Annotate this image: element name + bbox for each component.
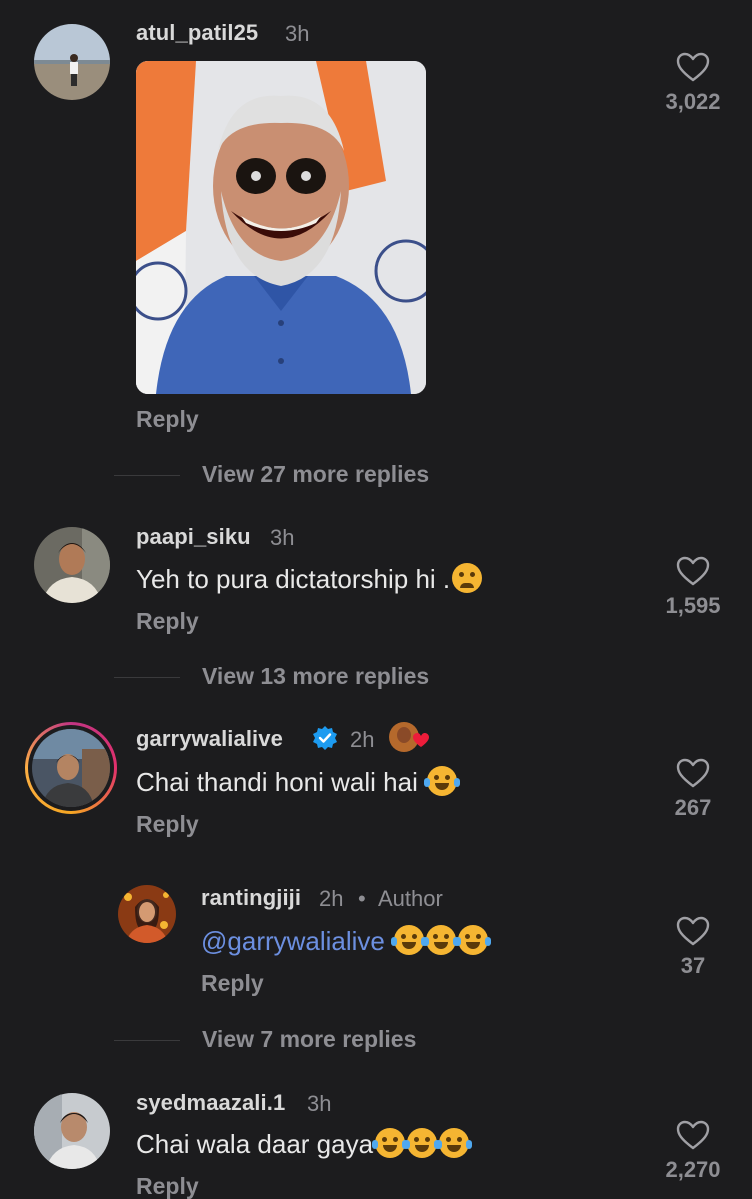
avatar-syedmaazali.1[interactable] [34,1093,110,1169]
avatar-rantingjiji[interactable] [118,885,176,943]
tears-of-joy-emoji [391,925,428,955]
tears-of-joy-emoji [436,1128,473,1158]
comment-image[interactable] [136,61,426,394]
tears-of-joy-emoji [455,925,492,955]
like-button[interactable]: 267 [658,758,728,821]
view-more-replies[interactable]: View 13 more replies [202,663,429,690]
comment-text-content: Yeh to pura dictatorship hi . [136,564,451,594]
mention-link[interactable]: @garrywalialive [201,926,385,956]
view-replies-divider [114,1040,180,1041]
comment-time: 3h [307,1091,332,1116]
like-count: 3,022 [665,89,721,114]
like-button[interactable]: 37 [658,916,728,979]
comment-time: 2h [350,727,375,752]
comment-text: Yeh to pura dictatorship hi . [136,563,483,595]
avatar-atul_patil25[interactable] [34,24,110,100]
like-count: 37 [680,953,706,978]
heart-outline-icon [676,916,710,946]
heart-outline-icon [676,758,710,788]
view-more-replies[interactable]: View 7 more replies [202,1026,416,1053]
heart-outline-icon [676,1120,710,1150]
comment-time: 3h [285,21,310,46]
comment-text: Chai wala daar gaya [136,1128,473,1160]
like-count: 1,595 [665,593,721,618]
comment-text-content: Chai wala daar gaya [136,1129,374,1159]
tears-of-joy-emoji [423,925,460,955]
comment-text: Chai thandi honi wali hai [136,766,461,798]
like-button[interactable]: 2,270 [658,1120,728,1183]
comment-username[interactable]: paapi_siku [136,524,251,550]
reply-time: 2h [319,886,344,911]
avatar-photo [32,729,110,807]
reply-username[interactable]: rantingjiji [201,885,301,911]
tears-of-joy-emoji [404,1128,441,1158]
like-button[interactable]: 1,595 [658,556,728,619]
comment-text-content: Chai thandi honi wali hai [136,767,418,797]
author-avatar-heart-icon [389,722,429,752]
comment-username[interactable]: atul_patil25 [136,20,258,46]
meme-image [136,61,426,394]
author-label: Author [378,886,443,911]
avatar-photo [34,24,110,100]
separator-dot: • [358,886,366,911]
tears-of-joy-emoji [372,1128,409,1158]
avatar-paapi_siku[interactable] [34,527,110,603]
tears-of-joy-emoji [424,766,461,796]
view-more-replies[interactable]: View 27 more replies [202,461,429,488]
comment-time: 3h [270,525,295,550]
heart-outline-icon [676,556,710,586]
avatar-photo [118,885,176,943]
comment-username[interactable]: garrywalialive [136,726,283,752]
avatar-photo [34,1093,110,1169]
sad-tear-emoji [452,563,483,593]
author-liked-badge [388,721,432,755]
reply-text: @garrywalialive [201,925,492,957]
reply-button[interactable]: Reply [136,1173,199,1199]
view-replies-divider [114,475,180,476]
reply-button[interactable]: Reply [136,811,199,838]
reply-button[interactable]: Reply [201,970,264,997]
comment-username[interactable]: syedmaazali.1 [136,1090,285,1116]
avatar-garrywalialive-story-ring[interactable] [25,722,117,814]
verified-badge-icon [313,726,337,750]
reply-button[interactable]: Reply [136,406,199,433]
like-count: 267 [674,795,712,820]
view-replies-divider [114,677,180,678]
heart-outline-icon [676,52,710,82]
like-button[interactable]: 3,022 [658,52,728,115]
reply-button[interactable]: Reply [136,608,199,635]
like-count: 2,270 [665,1157,721,1182]
avatar-photo [34,527,110,603]
